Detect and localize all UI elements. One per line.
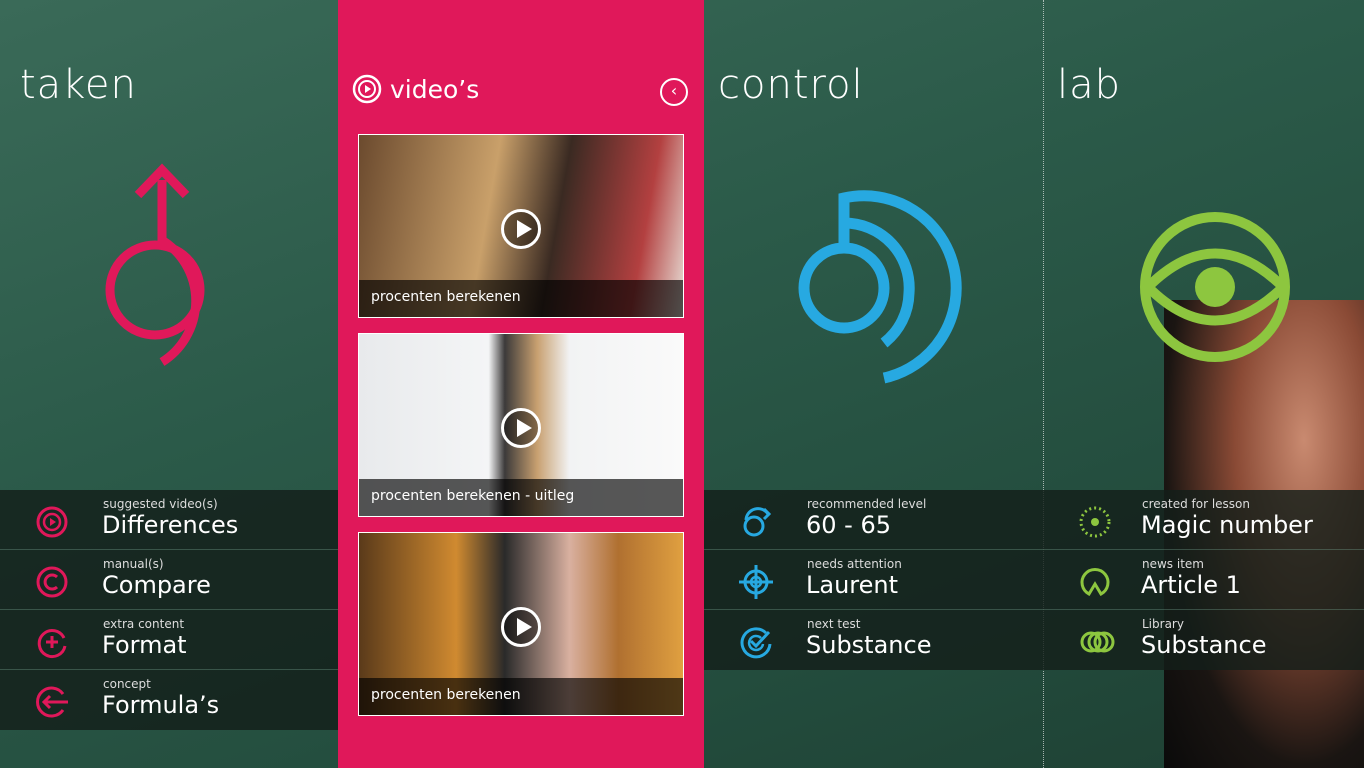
row-value: 60 - 65	[806, 511, 891, 539]
row-value: Compare	[102, 571, 211, 599]
level-arrow-icon	[743, 507, 772, 537]
video-thumbnail[interactable]: procenten berekenen	[358, 134, 684, 318]
play-circle-icon	[352, 74, 382, 104]
control-row-needs-attention[interactable]: needs attention Laurent	[704, 550, 1043, 610]
videos-header: video’s	[352, 74, 479, 104]
play-button[interactable]	[501, 607, 541, 647]
back-button[interactable]: ‹	[660, 78, 688, 106]
row-label: suggested video(s)	[103, 497, 218, 511]
lab-row-library[interactable]: Library Substance	[1043, 610, 1364, 670]
lab-row-news-item[interactable]: news item Article 1	[1043, 550, 1364, 610]
control-row-recommended-level[interactable]: recommended level 60 - 65	[704, 490, 1043, 550]
plus-circle-icon	[37, 629, 67, 659]
taken-section: taken suggested video(s) Differences man…	[0, 0, 338, 768]
video-caption: procenten berekenen	[359, 678, 683, 715]
row-label: concept	[103, 677, 151, 691]
taken-row-suggested-videos[interactable]: suggested video(s) Differences	[0, 490, 338, 550]
chevron-left-icon: ‹	[670, 81, 678, 100]
play-button[interactable]	[501, 408, 541, 448]
library-rings-icon	[1080, 631, 1115, 653]
row-value: Substance	[1141, 631, 1267, 659]
section-title: control	[718, 62, 864, 108]
video-thumbnail[interactable]: procenten berekenen - uitleg	[358, 333, 684, 517]
row-value: Differences	[102, 511, 239, 539]
row-value: Article 1	[1141, 571, 1241, 599]
row-label: Library	[1142, 617, 1184, 631]
row-label: next test	[807, 617, 861, 631]
video-caption: procenten berekenen - uitleg	[359, 479, 683, 516]
check-circle-icon	[740, 627, 772, 659]
row-label: extra content	[103, 617, 185, 631]
lab-section: lab created for lesson Magic number news…	[1043, 0, 1364, 768]
row-value: Substance	[806, 631, 932, 659]
section-title: lab	[1057, 62, 1122, 108]
video-caption: procenten berekenen	[359, 280, 683, 317]
section-title: taken	[20, 62, 137, 108]
taken-logo-icon	[105, 163, 205, 366]
row-label: needs attention	[807, 557, 902, 571]
videos-title: video’s	[390, 74, 480, 104]
taken-row-manuals[interactable]: manual(s) Compare	[0, 550, 338, 610]
control-row-next-test[interactable]: next test Substance	[704, 610, 1043, 670]
row-label: created for lesson	[1142, 497, 1251, 511]
video-thumbnail[interactable]: procenten berekenen	[358, 532, 684, 716]
news-icon	[1080, 567, 1110, 596]
row-label: recommended level	[807, 497, 927, 511]
row-value: Format	[102, 631, 187, 659]
row-label: news item	[1142, 557, 1204, 571]
dotted-circle-icon	[1079, 506, 1111, 538]
row-value: Laurent	[806, 571, 899, 599]
control-section: control recommended level 60 - 65 needs …	[704, 0, 1043, 768]
control-logo-icon	[798, 190, 962, 384]
play-button[interactable]	[501, 209, 541, 249]
play-circle-icon	[36, 506, 68, 538]
taken-row-extra-content[interactable]: extra content Format	[0, 610, 338, 670]
lab-logo-icon	[1140, 212, 1291, 362]
taken-row-concept[interactable]: concept Formula’s	[0, 670, 338, 730]
copyright-icon	[36, 566, 68, 598]
row-label: manual(s)	[103, 557, 164, 571]
row-value: Formula’s	[102, 691, 220, 719]
arrow-left-circle-icon	[36, 686, 68, 718]
videos-panel: video’s ‹ procenten berekenen procenten …	[338, 0, 704, 768]
lab-row-created-for-lesson[interactable]: created for lesson Magic number	[1043, 490, 1364, 550]
target-icon	[739, 565, 773, 599]
row-value: Magic number	[1141, 511, 1313, 539]
